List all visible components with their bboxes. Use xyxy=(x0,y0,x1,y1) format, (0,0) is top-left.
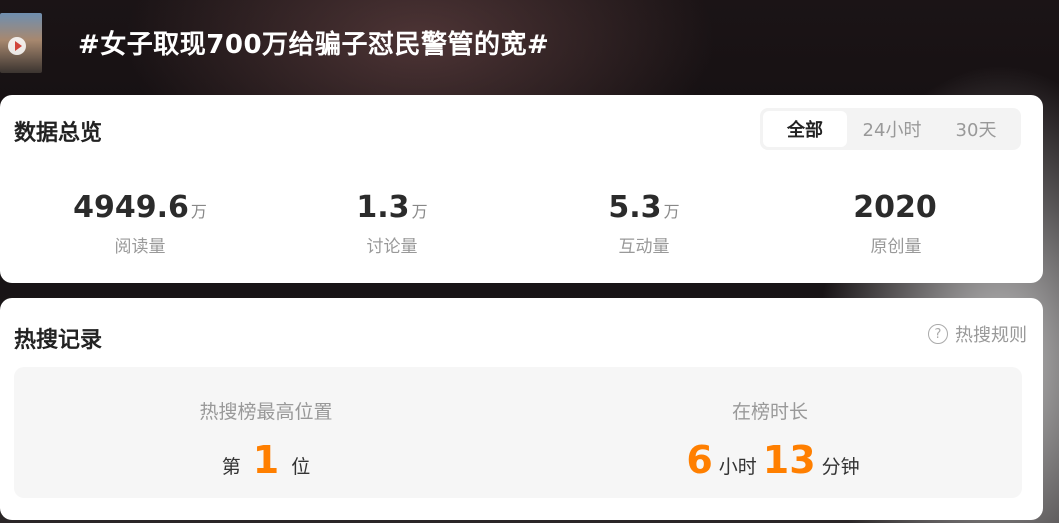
stat-value: 2020 xyxy=(853,190,937,225)
rules-label: 热搜规则 xyxy=(955,325,1027,346)
peak-position-value: 第1位 xyxy=(221,438,311,482)
stat-reads: 4949.6 万 阅读量 xyxy=(14,190,266,260)
stat-unit: 万 xyxy=(190,202,207,221)
overview-title: 数据总览 xyxy=(14,121,103,146)
stat-label: 讨论量 xyxy=(366,237,418,257)
time-on-chart: 在榜时长 6 小时 13 分钟 xyxy=(518,367,1022,498)
time-range-tabs: 全部 24小时 30天 xyxy=(760,108,1021,150)
peak-position: 热搜榜最高位置 第1位 xyxy=(14,367,518,498)
records-summary-box: 热搜榜最高位置 第1位 在榜时长 6 小时 13 分钟 xyxy=(14,367,1022,498)
stat-value: 5.3 万 xyxy=(608,190,680,225)
time-on-chart-value: 6 小时 13 分钟 xyxy=(686,438,860,482)
stat-label: 阅读量 xyxy=(114,237,166,257)
hot-search-rules-link[interactable]: ? 热搜规则 xyxy=(928,321,1027,347)
peak-rank-number: 1 xyxy=(252,438,280,482)
topic-header: #女子取现700万给骗子怼民警管的宽# xyxy=(0,0,1059,86)
play-icon xyxy=(8,37,26,55)
time-on-chart-label: 在榜时长 xyxy=(731,401,808,423)
stat-discussions: 1.3 万 讨论量 xyxy=(266,190,518,260)
stat-label: 互动量 xyxy=(618,237,670,257)
records-title: 热搜记录 xyxy=(14,328,103,353)
duration-minutes: 13 xyxy=(762,438,816,482)
tab-30d[interactable]: 30天 xyxy=(937,111,1015,147)
stat-interactions: 5.3 万 互动量 xyxy=(518,190,770,260)
question-icon: ? xyxy=(928,324,948,344)
duration-hours: 6 xyxy=(686,438,713,482)
stat-unit: 万 xyxy=(663,202,680,221)
tab-24h[interactable]: 24小时 xyxy=(847,111,937,147)
stat-unit: 万 xyxy=(411,202,428,221)
stat-originals: 2020 原创量 xyxy=(770,190,1022,260)
topic-title: #女子取现700万给骗子怼民警管的宽# xyxy=(78,30,550,60)
stat-label: 原创量 xyxy=(870,237,922,257)
stat-value: 4949.6 万 xyxy=(73,190,207,225)
topic-video-thumbnail[interactable] xyxy=(0,13,42,73)
peak-position-label: 热搜榜最高位置 xyxy=(199,401,333,423)
tab-all[interactable]: 全部 xyxy=(763,111,847,147)
data-overview-card: 数据总览 全部 24小时 30天 4949.6 万 阅读量 1.3 万 讨论量 5.… xyxy=(0,95,1043,283)
stats-row: 4949.6 万 阅读量 1.3 万 讨论量 5.3 万 互动量 2020 原创量 xyxy=(14,190,1022,260)
hot-search-records-card: 热搜记录 ? 热搜规则 热搜榜最高位置 第1位 在榜时长 6 小时 13 分钟 xyxy=(0,298,1043,520)
stat-value: 1.3 万 xyxy=(356,190,428,225)
